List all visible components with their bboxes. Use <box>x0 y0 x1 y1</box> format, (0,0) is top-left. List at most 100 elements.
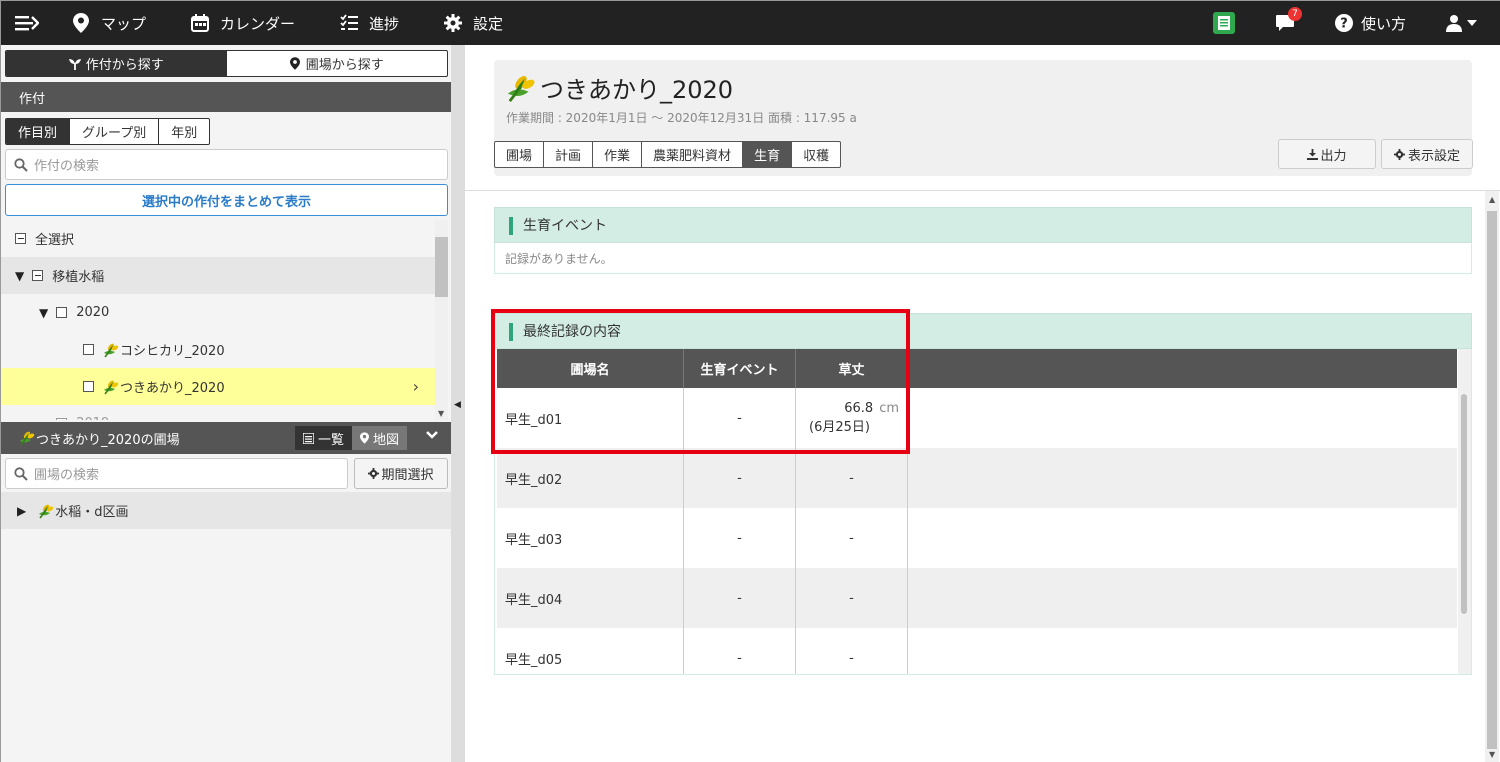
spreadsheet-icon[interactable] <box>1212 12 1235 34</box>
page-title: つきあかり_2020 <box>506 70 733 105</box>
crop-section-header: 作付 <box>1 82 451 112</box>
question-circle-icon: ? <box>1334 14 1353 32</box>
notification-button[interactable]: 7 <box>1275 7 1302 32</box>
tree-row-item[interactable]: コシヒカリ_2020 <box>1 331 435 368</box>
crop-tree: 全選択 ▼ 移植水稲 ▼ 2020 コシヒカリ_2020 つきあかり_2020 … <box>1 220 435 420</box>
crop-search-input[interactable]: 作付の検索 <box>5 149 448 180</box>
search-icon <box>14 157 28 172</box>
tab-materials[interactable]: 農薬肥料資材 <box>642 142 744 167</box>
table-header: 圃場名 生育イベント 草丈 <box>497 349 1457 388</box>
chevron-down-icon[interactable] <box>425 428 439 442</box>
menu-toggle-icon[interactable] <box>15 13 40 33</box>
tree-scrollbar-thumb[interactable] <box>435 237 448 297</box>
map-pin-icon <box>71 13 91 33</box>
year-checkbox[interactable] <box>56 418 68 420</box>
caret-down-icon <box>1467 20 1477 26</box>
rice-leaf-icon <box>20 431 35 446</box>
crop-label: 移植水稲 <box>52 270 105 285</box>
field-group-label: 水稲・d区画 <box>55 505 129 520</box>
help-label: 使い方 <box>1360 14 1406 33</box>
tab-fields[interactable]: 圃場 <box>495 142 545 167</box>
select-all-checkbox[interactable] <box>15 233 26 244</box>
main-scrollbar-thumb[interactable] <box>1487 211 1497 749</box>
search-by-field-button[interactable]: 圃場から探す <box>227 51 448 76</box>
list-icon <box>303 432 314 444</box>
tab-harvest[interactable]: 収穫 <box>792 142 840 167</box>
panel-splitter[interactable]: ◀ <box>451 45 465 762</box>
item-label: つきあかり_2020 <box>120 381 225 396</box>
tab-work[interactable]: 作業 <box>593 142 643 167</box>
main-scrollbar[interactable]: ▲ ▼ <box>1485 191 1499 762</box>
nav-settings-label: 設定 <box>473 14 504 33</box>
fields-title: つきあかり_2020の圃場 <box>36 432 180 448</box>
tab-plan[interactable]: 計画 <box>544 142 594 167</box>
table-row: 早生_d03 - - <box>497 508 1457 568</box>
cell-event: - <box>684 628 796 674</box>
map-view-button[interactable]: 地図 <box>352 426 408 450</box>
col-field-name: 圃場名 <box>497 349 684 388</box>
cell-event: - <box>684 568 796 628</box>
expand-triangle-icon[interactable]: ▼ <box>39 306 48 320</box>
cell-event: - <box>684 448 796 508</box>
page-title-text: つきあかり_2020 <box>540 76 734 104</box>
field-group-row[interactable]: ▶ 水稲・d区画 <box>1 492 451 529</box>
show-selected-crops-button[interactable]: 選択中の作付をまとめて表示 <box>5 184 448 216</box>
tree-row-item-selected[interactable]: つきあかり_2020 › <box>1 368 435 405</box>
table-row: 早生_d04 - - <box>497 568 1457 628</box>
chevron-right-icon[interactable]: › <box>413 377 419 396</box>
collapsed-triangle-icon[interactable]: ▶ <box>17 504 26 518</box>
cell-event: - <box>684 508 796 568</box>
tree-scrollbar[interactable]: ▼ <box>435 220 448 420</box>
year-label: 2019 <box>76 416 109 420</box>
tree-row-select-all[interactable]: 全選択 <box>1 220 435 257</box>
fields-header: つきあかり_2020の圃場 一覧 地図 <box>1 422 451 454</box>
expand-triangle-icon[interactable]: ▼ <box>15 269 24 283</box>
tab-by-crop[interactable]: 作目別 <box>6 119 71 144</box>
item-checkbox[interactable] <box>83 381 94 392</box>
notification-badge: 7 <box>1287 7 1302 21</box>
search-by-crop-label: 作付から探す <box>85 58 164 73</box>
nav-calendar[interactable]: カレンダー <box>190 1 295 45</box>
scroll-down-arrow-icon[interactable]: ▼ <box>438 409 444 418</box>
help-button[interactable]: ? 使い方 <box>1334 13 1406 34</box>
tab-by-group[interactable]: グループ別 <box>70 119 160 144</box>
display-settings-button[interactable]: 表示設定 <box>1381 139 1473 169</box>
nav-map[interactable]: マップ <box>71 1 146 45</box>
collapse-left-arrow-icon[interactable]: ◀ <box>454 400 461 410</box>
height-date: (6月25日) <box>809 420 870 435</box>
period-select-label: 期間選択 <box>381 468 434 483</box>
search-by-crop-button[interactable]: 作付から探す <box>6 51 227 76</box>
scroll-down-arrow-icon[interactable]: ▼ <box>1489 750 1495 759</box>
export-button[interactable]: 出力 <box>1278 139 1376 169</box>
search-by-field-label: 圃場から探す <box>305 58 384 73</box>
rice-leaf-icon <box>104 380 119 394</box>
nav-progress[interactable]: 進捗 <box>339 1 399 45</box>
scroll-up-arrow-icon[interactable]: ▲ <box>1489 195 1495 204</box>
list-view-label: 一覧 <box>318 432 345 448</box>
table-scrollbar-thumb[interactable] <box>1461 394 1467 614</box>
cell-height: - <box>796 628 908 674</box>
nav-calendar-label: カレンダー <box>220 14 296 33</box>
period-select-button[interactable]: 期間選択 <box>354 458 448 489</box>
tree-row-crop[interactable]: ▼ 移植水稲 <box>1 257 435 294</box>
collapsed-triangle-icon[interactable]: ▶ <box>39 417 48 421</box>
year-checkbox[interactable] <box>56 307 68 318</box>
calendar-icon <box>190 13 210 33</box>
field-search-input[interactable]: 圃場の検索 <box>5 458 348 489</box>
detail-tabs: 圃場 計画 作業 農薬肥料資材 生育 収穫 <box>494 141 842 168</box>
tree-row-year[interactable]: ▼ 2020 <box>1 294 435 331</box>
tab-by-year[interactable]: 年別 <box>159 119 209 144</box>
tree-row-year-next[interactable]: ▶ 2019 <box>1 405 435 420</box>
rice-leaf-icon <box>507 75 535 102</box>
table-scrollbar[interactable] <box>1458 349 1471 674</box>
cell-height: - <box>796 448 908 508</box>
user-menu-button[interactable] <box>1446 14 1477 32</box>
crop-checkbox[interactable] <box>32 270 44 281</box>
search-mode-toggle: 作付から探す 圃場から探す <box>5 50 448 77</box>
nav-progress-label: 進捗 <box>369 14 400 33</box>
item-checkbox[interactable] <box>83 344 94 355</box>
tab-growth[interactable]: 生育 <box>743 142 793 167</box>
height-unit: cm <box>879 401 899 416</box>
list-view-button[interactable]: 一覧 <box>295 426 353 450</box>
nav-settings[interactable]: 設定 <box>443 1 503 45</box>
